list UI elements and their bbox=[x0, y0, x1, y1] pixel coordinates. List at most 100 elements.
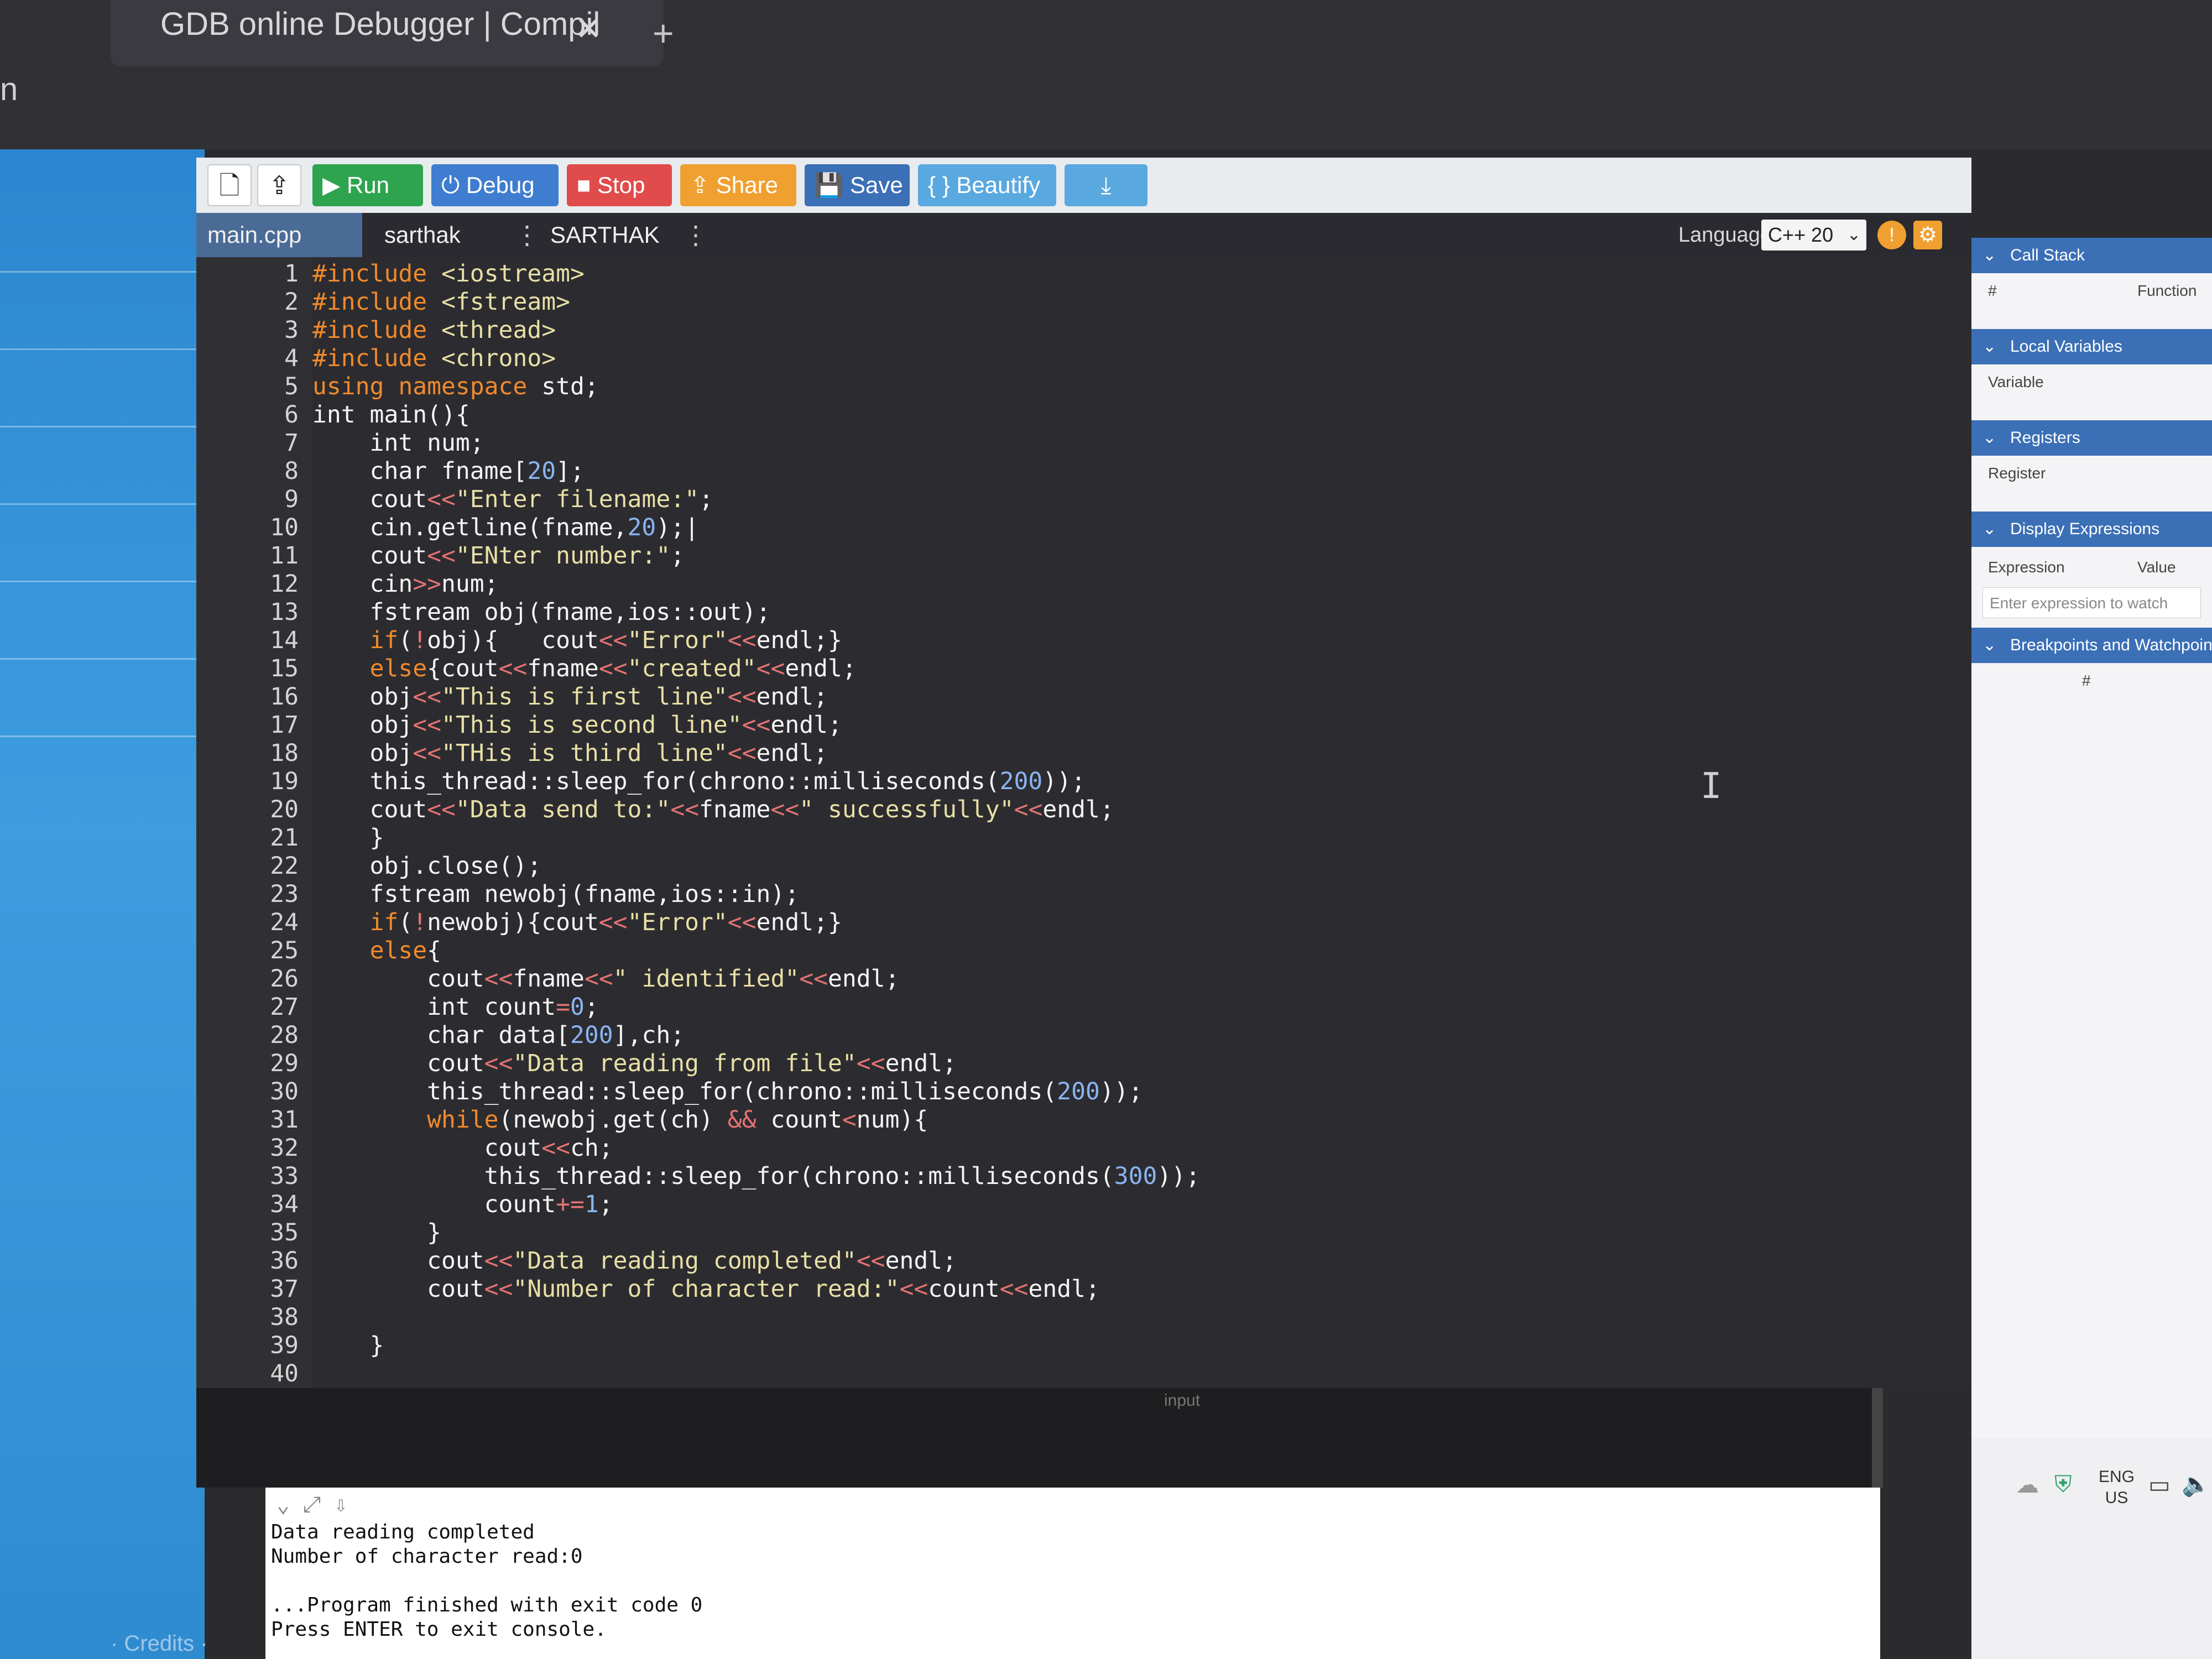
line-number: 38 bbox=[270, 1303, 299, 1331]
line-number: 40 bbox=[270, 1360, 299, 1387]
ide-toolbar: 🗋 ⇪ ▶ Run ⏻ Debug ■ Stop ⇪ Share 💾 Save … bbox=[196, 158, 1971, 213]
tab-menu-icon[interactable]: ⋮ bbox=[683, 213, 708, 257]
line-number: 3 bbox=[284, 316, 299, 344]
code-line: #include <thread> bbox=[312, 316, 556, 344]
new-file-icon[interactable]: 🗋 bbox=[207, 164, 252, 206]
line-number: 18 bbox=[270, 739, 299, 767]
value-col: Value bbox=[2137, 559, 2176, 576]
registers-title: Registers bbox=[2010, 429, 2080, 447]
code-line: #include <chrono> bbox=[312, 345, 556, 372]
cloud-icon[interactable]: ☁ bbox=[2016, 1471, 2039, 1498]
browser-tab[interactable]: GDB online Debugger | Compil ✕ bbox=[111, 0, 664, 66]
share-button[interactable]: ⇪ Share bbox=[680, 164, 796, 206]
console-output: ⌄ ⤢ ⇩ Data reading completed Number of c… bbox=[265, 1488, 1880, 1659]
tab-sarthak-upper[interactable]: SARTHAK bbox=[539, 213, 671, 257]
sidebar-divider bbox=[0, 348, 205, 350]
language-label: Language bbox=[1678, 223, 1772, 247]
beautify-button[interactable]: { } Beautify bbox=[918, 164, 1056, 206]
code-editor[interactable]: 1 2 3 4 5 6 7 8 9 10 11 12 13 14 15 16 17 18 19 20 21 22 23 24 2… bbox=[196, 257, 1971, 1388]
line-number: 19 bbox=[270, 768, 299, 795]
shield-icon[interactable]: ⛨ bbox=[2054, 1471, 2072, 1498]
code-line: if(!newobj){cout<<"Error"<<endl;} bbox=[369, 909, 842, 936]
console-line: ...Program finished with exit code 0 bbox=[271, 1594, 703, 1616]
line-number: 15 bbox=[270, 655, 299, 682]
sidebar-divider bbox=[0, 503, 205, 505]
code-line: cout<<"ENter number:"; bbox=[312, 542, 685, 570]
download-button[interactable]: ⤓ bbox=[1065, 164, 1147, 206]
sidebar-divider bbox=[0, 581, 205, 582]
call-stack-col-number: # bbox=[1988, 282, 1997, 299]
registers-header[interactable]: ⌄ Registers bbox=[1971, 420, 2212, 456]
code-line: count+=1; bbox=[312, 1191, 613, 1218]
save-button[interactable]: 💾 Save bbox=[805, 164, 910, 206]
breakpoints-col: # bbox=[2082, 672, 2091, 689]
code-line: } bbox=[312, 1219, 441, 1246]
left-sidebar bbox=[0, 149, 205, 1659]
code-line: cout<<fname<<" identified"<<endl; bbox=[312, 965, 900, 993]
credits-link[interactable]: · Credits · bbox=[111, 1631, 208, 1656]
keyboard-language[interactable]: ENG US bbox=[2099, 1467, 2135, 1509]
line-number: 1 bbox=[284, 260, 299, 288]
console-line: Number of character read:0 bbox=[271, 1545, 583, 1568]
line-number: 23 bbox=[270, 880, 299, 908]
code-line: fstream newobj(fname,ios::in); bbox=[312, 880, 800, 908]
info-icon[interactable]: ! bbox=[1877, 221, 1906, 249]
language-value: C++ 20 bbox=[1768, 223, 1834, 246]
gear-icon[interactable]: ⚙ bbox=[1913, 221, 1942, 249]
line-number: 17 bbox=[270, 711, 299, 739]
code-line: else{ bbox=[369, 937, 442, 964]
browser-chrome: GDB online Debugger | Compil ✕ + n bbox=[0, 0, 2212, 149]
code-line: fstream obj(fname,ios::out); bbox=[312, 598, 771, 626]
breakpoints-header[interactable]: ⌄ Breakpoints and Watchpoints bbox=[1971, 628, 2212, 663]
tab-main-cpp[interactable]: main.cpp bbox=[196, 213, 362, 257]
input-scrollbar[interactable] bbox=[1872, 1388, 1883, 1488]
code-line: this_thread::sleep_for(chrono::milliseco… bbox=[312, 1078, 1143, 1105]
watch-expression-input[interactable]: Enter expression to watch bbox=[1983, 587, 2201, 618]
line-number: 12 bbox=[270, 570, 299, 598]
code-line: cout<<"Data reading from file"<<endl; bbox=[312, 1050, 957, 1077]
close-icon[interactable]: ✕ bbox=[575, 10, 602, 48]
code-line: using namespace std; bbox=[312, 373, 599, 400]
new-tab-icon[interactable]: + bbox=[653, 12, 674, 54]
run-button[interactable]: ▶ Run bbox=[312, 164, 423, 206]
stop-button[interactable]: ■ Stop bbox=[567, 164, 672, 206]
display-expressions-header[interactable]: ⌄ Display Expressions bbox=[1971, 512, 2212, 547]
local-variables-header[interactable]: ⌄ Local Variables bbox=[1971, 329, 2212, 364]
line-number: 13 bbox=[270, 598, 299, 626]
chevron-down-icon: ⌄ bbox=[1983, 246, 1997, 264]
code-line: else{cout<<fname<<"created"<<endl; bbox=[369, 655, 857, 682]
speaker-icon[interactable]: 🔈 bbox=[2182, 1471, 2210, 1498]
upload-icon[interactable]: ⇪ bbox=[257, 164, 301, 206]
sidebar-divider bbox=[0, 658, 205, 660]
line-number: 5 bbox=[284, 373, 299, 400]
input-label: input bbox=[1164, 1391, 1201, 1410]
line-number: 36 bbox=[270, 1247, 299, 1275]
file-tab-bar: main.cpp sarthak ⋮ SARTHAK ⋮ Language C+… bbox=[196, 213, 1971, 257]
chevron-down-icon: ⌄ bbox=[1983, 337, 1997, 356]
debug-button[interactable]: ⏻ Debug bbox=[431, 164, 559, 206]
notification-icon[interactable]: ▭ bbox=[2148, 1471, 2171, 1498]
line-number: 33 bbox=[270, 1162, 299, 1190]
text-cursor-icon: I bbox=[1700, 766, 1722, 807]
line-number: 8 bbox=[284, 457, 299, 485]
sidebar-divider bbox=[0, 271, 205, 273]
tab-menu-icon[interactable]: ⋮ bbox=[514, 213, 540, 257]
line-number: 7 bbox=[284, 429, 299, 457]
language-select[interactable]: C++ 20 ⌄ bbox=[1761, 220, 1866, 251]
line-number: 21 bbox=[270, 824, 299, 852]
chevron-down-icon: ⌄ bbox=[1983, 520, 1997, 538]
sidebar-divider bbox=[0, 426, 205, 427]
line-number: 30 bbox=[270, 1078, 299, 1105]
debugger-panel: ⌄ Call Stack # Function ⌄ Local Variable… bbox=[1971, 238, 2212, 1510]
code-line: cin>>num; bbox=[312, 570, 499, 598]
line-number: 9 bbox=[284, 486, 299, 513]
call-stack-header[interactable]: ⌄ Call Stack bbox=[1971, 238, 2212, 273]
code-line: } bbox=[312, 1332, 384, 1359]
code-line: cin.getline(fname,20);| bbox=[312, 514, 699, 541]
tab-sarthak[interactable]: sarthak bbox=[373, 213, 472, 257]
stdin-input-area[interactable]: input bbox=[196, 1388, 1883, 1488]
line-number-gutter: 1 2 3 4 5 6 7 8 9 10 11 12 13 14 15 16 17 18 19 20 21 22 23 24 2… bbox=[196, 257, 312, 1388]
code-line: obj<<"THis is third line"<<endl; bbox=[312, 739, 828, 767]
line-number: 4 bbox=[284, 345, 299, 372]
console-tools[interactable]: ⌄ ⤢ ⇩ bbox=[276, 1492, 347, 1517]
